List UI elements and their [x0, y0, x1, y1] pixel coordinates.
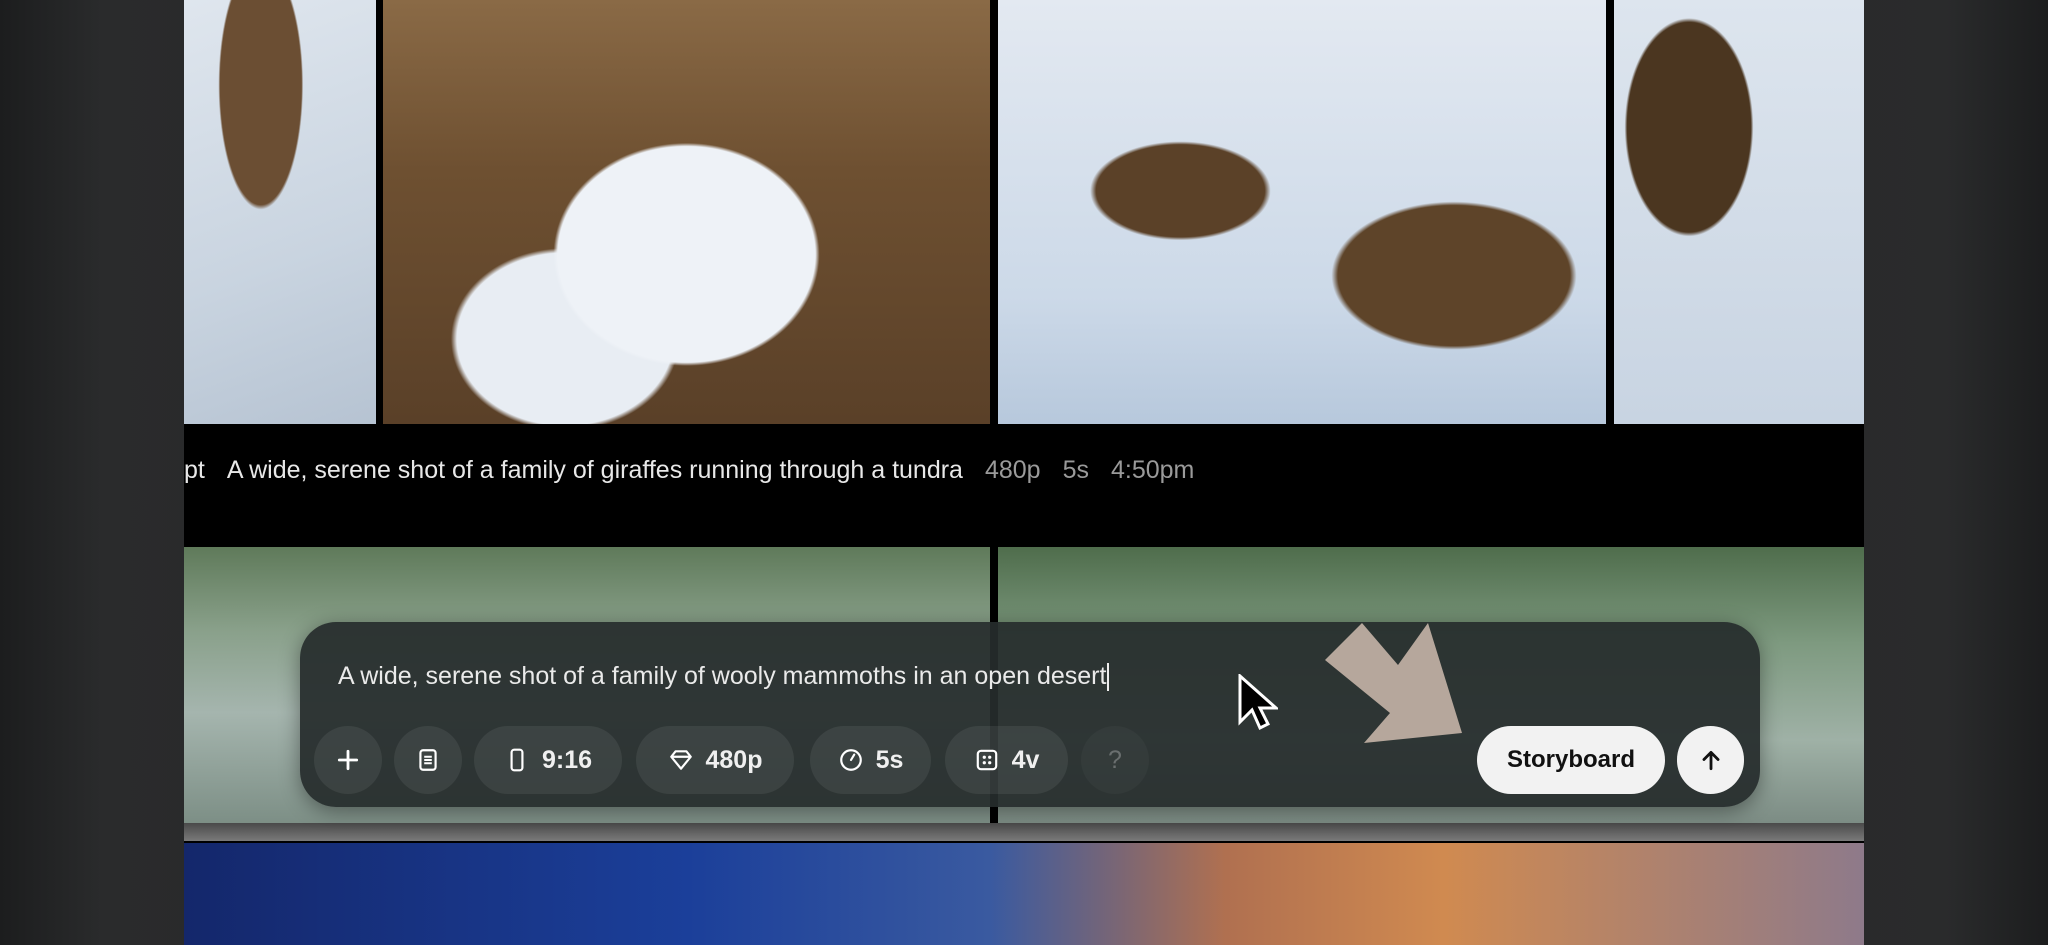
resolution-button[interactable]: 480p: [636, 726, 794, 794]
clock-icon: [839, 749, 862, 771]
background-gradient: [184, 843, 1864, 945]
caption-resolution: 480p: [984, 455, 1041, 484]
document-icon: [419, 749, 437, 771]
caption-prompt[interactable]: A wide, serene shot of a family of giraf…: [227, 456, 963, 485]
phone-portrait-icon: [510, 748, 524, 772]
divider: [184, 823, 1864, 841]
arrow-up-icon: [1702, 751, 1719, 771]
presets-button[interactable]: [394, 726, 462, 794]
help-icon: ?: [1108, 745, 1122, 774]
video-thumbnail-giraffes-2[interactable]: [383, 0, 990, 424]
plus-icon: [337, 749, 359, 771]
variations-label: 4v: [1011, 745, 1040, 774]
prompt-composer: A wide, serene shot of a family of wooly…: [300, 622, 1760, 807]
video-thumbnail-giraffes-3[interactable]: [998, 0, 1606, 424]
video-thumbnail-giraffes-4[interactable]: [1614, 0, 1864, 424]
storyboard-button[interactable]: Storyboard: [1477, 726, 1665, 794]
prompt-input-text: A wide, serene shot of a family of wooly…: [338, 662, 1107, 690]
caption-time: 4:50pm: [1111, 455, 1195, 484]
video-thumbnail-giraffes-1[interactable]: [184, 0, 376, 424]
storyboard-label: Storyboard: [1506, 746, 1635, 773]
duration-button[interactable]: 5s: [810, 726, 931, 794]
text-caret: [1107, 663, 1110, 692]
annotation-arrow-icon: [1325, 623, 1462, 743]
prompt-input[interactable]: A wide, serene shot of a family of wooly…: [338, 662, 1110, 692]
grid-icon: [976, 749, 997, 771]
aspect-ratio-label: 9:16: [541, 745, 593, 774]
resolution-label: 480p: [705, 745, 763, 774]
add-button[interactable]: [314, 726, 382, 794]
video-caption: pt A wide, serene shot of a family of gi…: [184, 452, 1194, 488]
help-button[interactable]: ?: [1081, 726, 1149, 794]
diamond-icon: [669, 750, 692, 770]
submit-button[interactable]: [1677, 726, 1744, 794]
aspect-ratio-button[interactable]: 9:16: [474, 726, 622, 794]
duration-label: 5s: [875, 745, 904, 774]
mouse-cursor-icon: [1238, 674, 1278, 731]
caption-duration: 5s: [1062, 455, 1089, 484]
variations-button[interactable]: 4v: [945, 726, 1068, 794]
caption-prefix: pt: [184, 455, 205, 484]
